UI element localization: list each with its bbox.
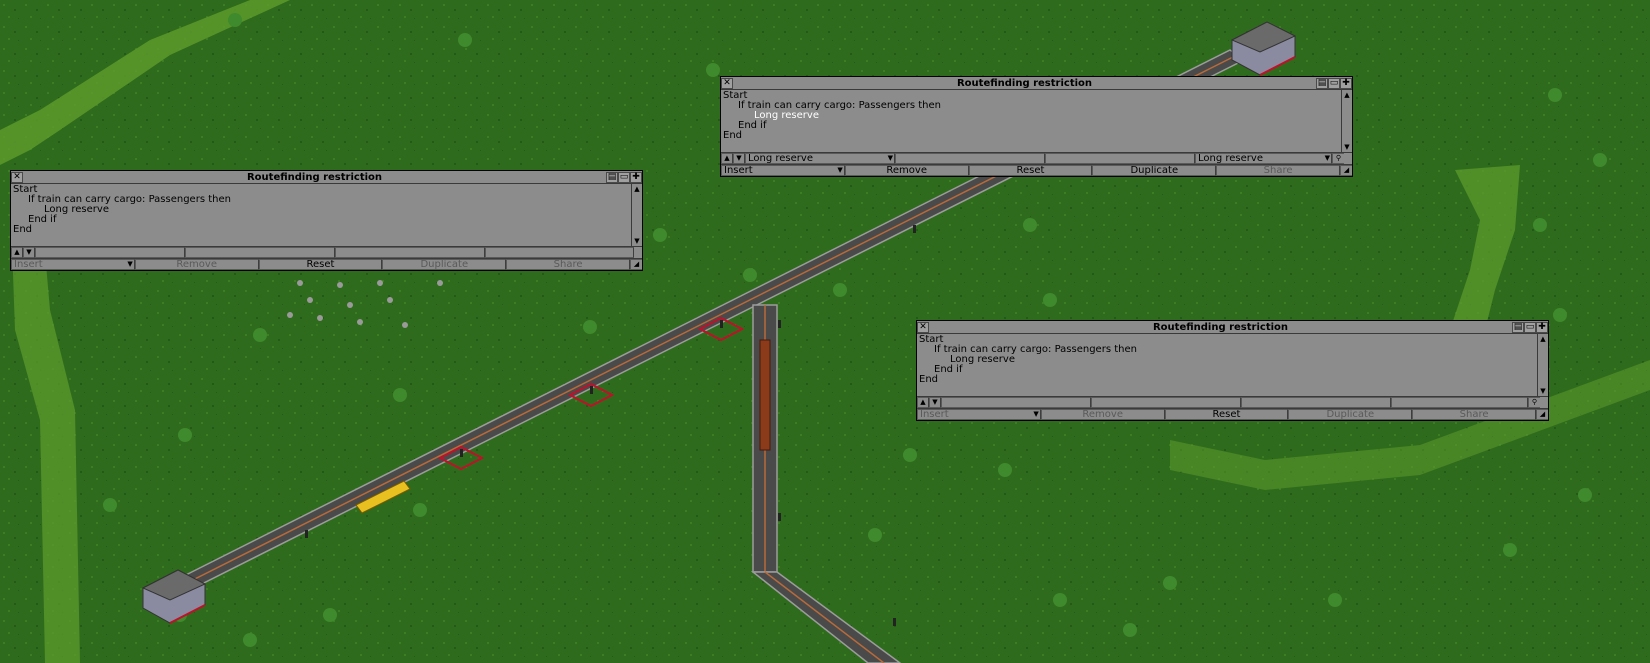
instruction-long-reserve[interactable]: Long reserve (721, 111, 1352, 121)
instruction-end[interactable]: End (917, 375, 1548, 385)
scroll-down-icon[interactable]: ▼ (1539, 387, 1547, 395)
button-row: Insert Remove Reset Duplicate Share ◢ (11, 259, 642, 270)
move-up-button[interactable]: ▲ (917, 397, 929, 408)
insert-dropdown[interactable]: Insert (917, 409, 1041, 420)
type-dropdown[interactable] (35, 247, 185, 258)
duplicate-button[interactable]: Duplicate (382, 259, 507, 270)
option-row: ▲ ▼ (11, 247, 642, 259)
scroll-up-icon[interactable]: ▲ (1539, 335, 1547, 343)
pin-icon[interactable]: ⚲ (1528, 397, 1540, 408)
condition-dropdown[interactable] (1091, 397, 1241, 408)
option-row: ▲ ▼ Long reserve Long reserve ⚲ (721, 153, 1352, 165)
window-titlebar[interactable]: ✕ Routefinding restriction ▤ ▭ ✚ (917, 321, 1548, 334)
option-row: ▲ ▼ ⚲ (917, 397, 1548, 409)
shade-icon[interactable]: ▭ (1328, 77, 1340, 89)
scroll-up-icon[interactable]: ▲ (1343, 91, 1351, 99)
insert-dropdown[interactable]: Insert (11, 259, 135, 270)
instruction-long-reserve[interactable]: Long reserve (917, 355, 1548, 365)
instruction-end-if[interactable]: End if (917, 365, 1548, 375)
condition-dropdown[interactable] (895, 153, 1045, 164)
pin-icon[interactable]: ✚ (1536, 321, 1548, 333)
scroll-down-icon[interactable]: ▼ (633, 237, 641, 245)
duplicate-button[interactable]: Duplicate (1288, 409, 1413, 420)
instruction-end[interactable]: End (11, 225, 642, 235)
insert-dropdown[interactable]: Insert (721, 165, 845, 176)
duplicate-button[interactable]: Duplicate (1092, 165, 1217, 176)
button-row: Insert Remove Reset Duplicate Share ◢ (721, 165, 1352, 176)
move-up-button[interactable]: ▲ (11, 247, 23, 258)
scroll-up-icon[interactable]: ▲ (633, 185, 641, 193)
pin-icon[interactable]: ⚲ (1332, 153, 1344, 164)
pin-icon[interactable]: ✚ (1340, 77, 1352, 89)
type-dropdown[interactable] (941, 397, 1091, 408)
value-dropdown[interactable]: Long reserve (1195, 153, 1332, 164)
condition-dropdown[interactable] (185, 247, 335, 258)
list-scrollbar[interactable]: ▲ ▼ (1341, 90, 1352, 152)
button-row: Insert Remove Reset Duplicate Share ◢ (917, 409, 1548, 420)
move-down-button[interactable]: ▼ (23, 247, 35, 258)
close-icon[interactable]: ✕ (917, 321, 929, 333)
value-dropdown[interactable] (485, 247, 634, 258)
window-title: Routefinding restriction (246, 171, 383, 183)
resize-icon[interactable]: ◢ (1340, 165, 1352, 176)
scroll-down-icon[interactable]: ▼ (1343, 143, 1351, 151)
reset-button[interactable]: Reset (258, 259, 383, 270)
remove-button[interactable]: Remove (1040, 409, 1165, 420)
instruction-end-if[interactable]: End if (721, 121, 1352, 131)
instruction-long-reserve[interactable]: Long reserve (11, 205, 642, 215)
instruction-list[interactable]: Start If train can carry cargo: Passenge… (721, 90, 1352, 153)
instruction-end-if[interactable]: End if (11, 215, 642, 225)
remove-button[interactable]: Remove (134, 259, 259, 270)
routefinding-restriction-window-left[interactable]: ✕ Routefinding restriction ▤ ▭ ✚ Start I… (10, 170, 643, 271)
move-down-button[interactable]: ▼ (733, 153, 745, 164)
close-icon[interactable]: ✕ (721, 77, 733, 89)
type-dropdown[interactable]: Long reserve (745, 153, 895, 164)
window-titlebar[interactable]: ✕ Routefinding restriction ▤ ▭ ✚ (721, 77, 1352, 90)
close-icon[interactable]: ✕ (11, 171, 23, 183)
share-button[interactable]: Share (506, 259, 630, 270)
remove-button[interactable]: Remove (844, 165, 969, 176)
comparator-dropdown[interactable] (335, 247, 485, 258)
share-button[interactable]: Share (1412, 409, 1536, 420)
instruction-end[interactable]: End (721, 131, 1352, 141)
move-down-button[interactable]: ▼ (929, 397, 941, 408)
window-title: Routefinding restriction (1152, 321, 1289, 333)
shade-icon[interactable]: ▭ (1524, 321, 1536, 333)
resize-icon[interactable]: ◢ (630, 259, 642, 270)
window-title: Routefinding restriction (956, 77, 1093, 89)
share-button[interactable]: Share (1216, 165, 1340, 176)
value-dropdown[interactable] (1391, 397, 1528, 408)
window-titlebar[interactable]: ✕ Routefinding restriction ▤ ▭ ✚ (11, 171, 642, 184)
reset-button[interactable]: Reset (968, 165, 1093, 176)
resize-icon[interactable]: ◢ (1536, 409, 1548, 420)
debug-icon[interactable]: ▤ (606, 171, 618, 183)
move-up-button[interactable]: ▲ (721, 153, 733, 164)
pin-icon[interactable]: ✚ (630, 171, 642, 183)
instruction-list[interactable]: Start If train can carry cargo: Passenge… (917, 334, 1548, 397)
routefinding-restriction-window-top[interactable]: ✕ Routefinding restriction ▤ ▭ ✚ Start I… (720, 76, 1353, 177)
comparator-dropdown[interactable] (1045, 153, 1195, 164)
shade-icon[interactable]: ▭ (618, 171, 630, 183)
debug-icon[interactable]: ▤ (1316, 77, 1328, 89)
routefinding-restriction-window-right[interactable]: ✕ Routefinding restriction ▤ ▭ ✚ Start I… (916, 320, 1549, 421)
comparator-dropdown[interactable] (1241, 397, 1391, 408)
instruction-list[interactable]: Start If train can carry cargo: Passenge… (11, 184, 642, 247)
list-scrollbar[interactable]: ▲ ▼ (631, 184, 642, 246)
list-scrollbar[interactable]: ▲ ▼ (1537, 334, 1548, 396)
debug-icon[interactable]: ▤ (1512, 321, 1524, 333)
reset-button[interactable]: Reset (1164, 409, 1289, 420)
